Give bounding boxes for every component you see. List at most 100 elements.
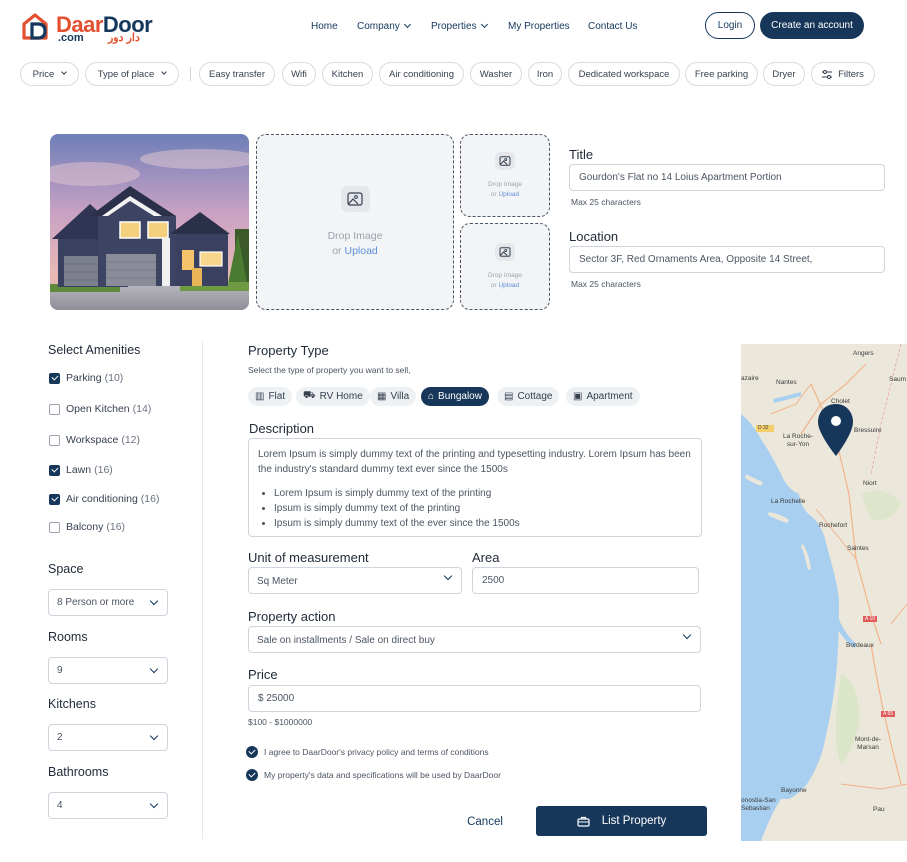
filter-chip[interactable]: Iron	[528, 62, 562, 86]
house-logo-icon	[22, 13, 48, 40]
agreement-data[interactable]: My property's data and specifications wi…	[246, 769, 501, 781]
type-option-cottage[interactable]: ▤ Cottage	[497, 387, 560, 406]
filter-chip[interactable]: Easy transfer	[199, 62, 275, 86]
image-icon	[340, 185, 370, 212]
action-select[interactable]: Sale on installments / Sale on direct bu…	[248, 626, 701, 653]
price-filter[interactable]: Price	[20, 62, 79, 86]
map-label: Bressuire	[854, 427, 882, 434]
filter-chip[interactable]: Washer	[470, 62, 522, 86]
nav-home[interactable]: Home	[311, 21, 338, 32]
nav-my-properties[interactable]: My Properties	[508, 21, 570, 32]
amenity-open-kitchen[interactable]: Open Kitchen (14)	[49, 403, 151, 415]
checkbox[interactable]	[49, 434, 60, 446]
nav-company[interactable]: Company	[357, 20, 411, 32]
map-label: Bayonne	[781, 787, 807, 794]
chevron-down-icon	[682, 630, 692, 640]
space-label: Space	[48, 562, 84, 576]
map-label: A 65	[883, 711, 894, 717]
rooms-select[interactable]: 9	[48, 657, 168, 684]
image-drop-zone-small[interactable]: Drop Image or Upload	[460, 223, 550, 310]
amenity-balcony[interactable]: Balcony (16)	[49, 521, 125, 533]
kitchens-label: Kitchens	[48, 697, 96, 711]
chevron-down-icon	[443, 571, 453, 581]
nav-contact[interactable]: Contact Us	[588, 21, 637, 32]
filter-chip[interactable]: Free parking	[685, 62, 758, 86]
home-icon: ⌂	[428, 391, 435, 402]
unit-label: Unit of measurement	[248, 550, 369, 565]
title-input[interactable]: Gourdon's Flat no 14 Loius Apartment Por…	[569, 164, 885, 191]
or-text: or	[490, 190, 497, 198]
checkbox[interactable]	[49, 403, 60, 415]
map-label: onostia-San Sebastian	[741, 797, 776, 812]
type-option-villa[interactable]: ▦ Villa	[370, 387, 417, 406]
filter-chip[interactable]: Dedicated workspace	[568, 62, 680, 86]
chevron-down-icon	[149, 731, 159, 740]
chevron-down-icon	[149, 596, 159, 605]
area-input[interactable]: 2500	[472, 567, 699, 594]
type-option-bungalow[interactable]: ⌂ Bungalow	[421, 387, 489, 406]
upload-link[interactable]: Upload	[498, 191, 519, 198]
brand-logo[interactable]: DaarDoor .com دار دور	[22, 12, 162, 44]
image-drop-zone-small[interactable]: Drop Image or Upload	[460, 134, 550, 217]
brand-suffix: .com	[58, 32, 84, 44]
filters-button[interactable]: Filters	[811, 62, 875, 86]
type-of-place-filter[interactable]: Type of place	[85, 62, 179, 86]
price-hint: $100 - $1000000	[248, 717, 313, 727]
amenity-air-conditioning[interactable]: Air conditioning (16)	[49, 493, 159, 505]
checkbox-checked[interactable]	[49, 372, 60, 384]
property-photo[interactable]	[50, 134, 249, 310]
map-label: Niort	[863, 480, 877, 487]
filter-chip[interactable]: Air conditioning	[379, 62, 464, 86]
cancel-button[interactable]: Cancel	[456, 812, 514, 832]
filter-chip[interactable]: Wifi	[282, 62, 316, 86]
image-drop-zone-large[interactable]: Drop Image or Upload	[256, 134, 454, 310]
type-option-flat[interactable]: ▥ Flat	[248, 387, 293, 406]
map-label: Pau	[873, 806, 885, 813]
amenity-parking[interactable]: Parking (10)	[49, 372, 123, 384]
map-label: La Roche-sur-Yon	[783, 433, 813, 448]
amenities-title: Select Amenities	[48, 343, 141, 357]
location-map[interactable]: Angers Saum Nantes azaire Cholet D 32 La…	[741, 344, 907, 841]
villa-icon: ▦	[377, 391, 387, 402]
type-option-rv-home[interactable]: ⛟ RV Home	[296, 387, 370, 406]
check-circle-icon[interactable]	[246, 746, 258, 758]
sidebar-divider	[202, 342, 203, 839]
kitchens-select[interactable]: 2	[48, 724, 168, 751]
property-type-hint: Select the type of property you want to …	[248, 365, 411, 375]
unit-select[interactable]: Sq Meter	[248, 567, 462, 594]
bathrooms-select[interactable]: 4	[48, 792, 168, 819]
map-label: La Rochelle	[771, 498, 806, 505]
drop-image-text: Drop Image	[488, 180, 522, 188]
amenity-workspace[interactable]: Workspace (12)	[49, 434, 140, 446]
space-select[interactable]: 8 Person or more	[48, 589, 168, 616]
filter-chip[interactable]: Kitchen	[322, 62, 373, 86]
map-label: Rochefort	[819, 522, 848, 529]
type-option-apartment[interactable]: ▣ Apartment	[566, 387, 640, 406]
map-label: Saintes	[847, 545, 869, 552]
agreement-privacy[interactable]: I agree to DaarDoor's privacy policy and…	[246, 746, 489, 758]
map-label: Bordeaux	[846, 642, 874, 649]
login-button[interactable]: Login	[705, 12, 755, 39]
image-icon	[495, 151, 515, 170]
property-type-label: Property Type	[248, 343, 329, 358]
description-textarea[interactable]: Lorem Ipsum is simply dummy text of the …	[248, 438, 702, 537]
checkbox-checked[interactable]	[49, 464, 60, 476]
filter-chip[interactable]: Dryer	[763, 62, 805, 86]
or-text: or	[332, 244, 342, 257]
nav-properties[interactable]: Properties	[431, 20, 488, 32]
checkbox-checked[interactable]	[49, 493, 60, 505]
check-circle-icon[interactable]	[246, 769, 258, 781]
image-icon	[495, 242, 515, 261]
list-property-button[interactable]: List Property	[536, 806, 707, 836]
amenity-lawn[interactable]: Lawn (16)	[49, 464, 113, 476]
map-label: D 32	[758, 425, 769, 431]
or-text: or	[490, 281, 497, 289]
create-account-button[interactable]: Create an account	[760, 12, 864, 39]
price-input[interactable]: $ 25000	[248, 685, 701, 712]
upload-link[interactable]: Upload	[498, 282, 519, 289]
checkbox[interactable]	[49, 521, 60, 533]
location-input[interactable]: Sector 3F, Red Ornaments Area, Opposite …	[569, 246, 885, 273]
filter-divider	[190, 67, 191, 81]
price-label: Price	[248, 667, 278, 682]
upload-link[interactable]: Upload	[344, 245, 377, 257]
